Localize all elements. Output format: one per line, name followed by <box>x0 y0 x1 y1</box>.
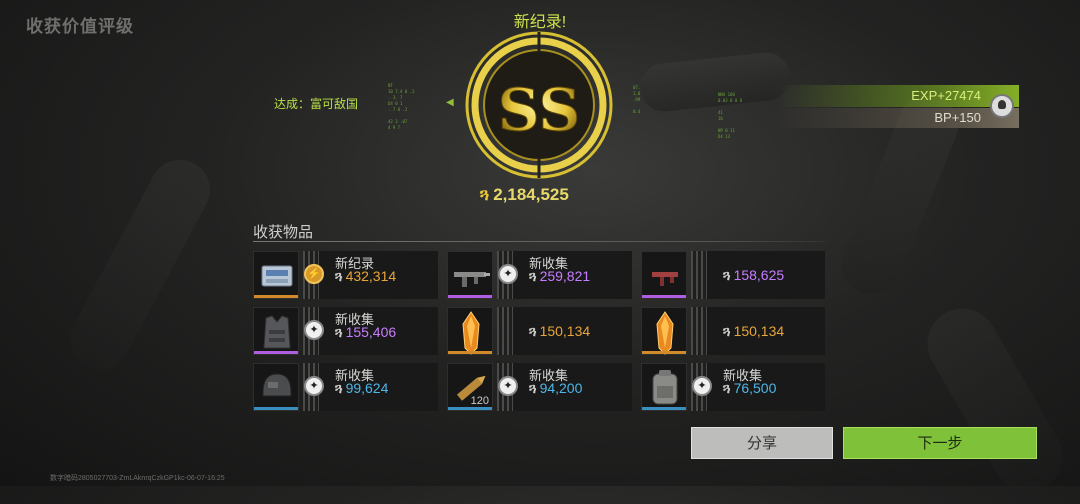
item-card[interactable]: 新收集 ጓ 76,500 <box>641 363 825 411</box>
item-info: 新纪录 ጓ 432,314 <box>319 251 438 299</box>
new-collection-icon <box>692 376 712 396</box>
background-bullet-shape <box>637 50 793 114</box>
item-value: ጓ 99,624 <box>335 380 389 396</box>
item-info: ጓ 158,625 <box>707 251 825 299</box>
items-section-title: 收获物品 <box>253 224 314 241</box>
grade-badge: SS <box>464 30 614 180</box>
exp-reward: EXP+27474 <box>775 85 1019 107</box>
item-value: ጓ 432,314 <box>335 268 397 284</box>
hud-decoration-left: NT 10 7.4 0 .2. 3. 7 D4 0 1. 7 8 .2 42 3 .0… <box>388 83 415 130</box>
rarity-bar <box>642 295 686 298</box>
bp-reward-text: BP+150 <box>934 110 981 125</box>
new-collection-icon <box>498 376 518 396</box>
rarity-bar <box>448 295 492 298</box>
new-collection-icon <box>304 376 324 396</box>
rarity-bar <box>254 295 298 298</box>
item-info: ጓ 150,134 <box>707 307 825 355</box>
haafor-coin-icon: ጓ <box>335 380 343 396</box>
item-card[interactable]: 新纪录 ጓ 432,314 <box>253 251 438 299</box>
background-bullet-shape <box>59 149 221 381</box>
item-quantity: 120 <box>470 395 489 407</box>
divider-strip <box>691 307 707 355</box>
new-record-icon <box>304 264 324 284</box>
new-collection-icon <box>304 320 324 340</box>
item-value: ጓ 158,625 <box>723 267 785 283</box>
total-value: ጓ 2,184,525 <box>480 185 610 205</box>
item-card[interactable]: 新收集 ጓ 259,821 <box>447 251 632 299</box>
haafor-coin-icon: ጓ <box>723 380 731 396</box>
armor-vest-icon <box>253 307 299 355</box>
item-card[interactable]: 新收集 ጓ 99,624 <box>253 363 438 411</box>
item-info: 新收集 ጓ 99,624 <box>319 363 438 411</box>
item-card[interactable]: 120 新收集 ጓ 94,200 <box>447 363 632 411</box>
background-bullet-shape <box>914 295 1076 504</box>
haafor-coin-icon: ጓ <box>529 268 537 284</box>
item-info: 新收集 ጓ 155,406 <box>319 307 438 355</box>
rarity-bar <box>254 407 298 410</box>
haafor-coin-icon: ጓ <box>723 267 731 283</box>
crystal-icon <box>641 307 687 355</box>
item-card[interactable]: ጓ 158,625 <box>641 251 825 299</box>
divider-strip <box>691 251 707 299</box>
backpack-icon <box>641 363 687 411</box>
operator-avatar-icon[interactable] <box>990 94 1014 118</box>
item-value: ጓ 259,821 <box>529 268 591 284</box>
total-value-text: 2,184,525 <box>493 185 569 204</box>
bp-reward: BP+150 <box>775 108 1019 128</box>
item-value: ጓ 150,134 <box>529 323 591 339</box>
rarity-bar <box>642 351 686 354</box>
rarity-bar <box>642 407 686 410</box>
item-info: 新收集 ጓ 259,821 <box>513 251 632 299</box>
haafor-coin-icon: ጓ <box>529 323 537 339</box>
share-button[interactable]: 分享 <box>691 427 833 459</box>
haafor-coin-icon: ጓ <box>480 185 490 204</box>
divider-strip <box>497 307 513 355</box>
cash-box-icon <box>253 251 299 299</box>
next-step-button[interactable]: 下一步 <box>843 427 1037 459</box>
haafor-coin-icon: ጓ <box>529 380 537 396</box>
crystal-icon <box>447 307 493 355</box>
haafor-coin-icon: ጓ <box>723 323 731 339</box>
haafor-coin-icon: ጓ <box>335 268 343 284</box>
smg-icon <box>641 251 687 299</box>
chevron-left-icon: ◀ <box>446 97 454 108</box>
hud-decoration-right-2: NNA 100 0.03 0 0 8 41 16 NP 0 11 D4 13 <box>718 92 743 139</box>
grade-text: SS <box>498 76 581 144</box>
item-value: ጓ 150,134 <box>723 323 785 339</box>
item-value: ጓ 76,500 <box>723 380 777 396</box>
exp-reward-text: EXP+27474 <box>911 88 981 103</box>
rarity-bar <box>448 407 492 410</box>
items-grid[interactable]: 新纪录ጓ432,314 新收集ጓ259,821 ጓ158,625 新收集ጓ155,40… <box>253 251 825 425</box>
new-record-label: 新纪录! <box>513 14 567 31</box>
item-info: ጓ 150,134 <box>513 307 632 355</box>
item-info: 新收集 ጓ 76,500 <box>707 363 825 411</box>
item-card[interactable]: ጓ 150,134 <box>447 307 632 355</box>
hud-decoration-right: 07. 1.8.99 0.4 <box>633 85 641 114</box>
item-card[interactable]: ጓ 150,134 <box>641 307 825 355</box>
achievement-label: 达成：富可敌国 <box>274 97 359 111</box>
rifle-icon <box>447 251 493 299</box>
new-collection-icon <box>498 264 518 284</box>
item-info: 新收集 ጓ 94,200 <box>513 363 632 411</box>
haafor-coin-icon: ጓ <box>335 324 343 340</box>
watermark-code: 数字暗码2805027703-ZmLAknrqCzkGP1kc-06-07-16… <box>50 475 225 482</box>
helmet-icon <box>253 363 299 411</box>
section-divider <box>253 241 825 242</box>
rarity-bar <box>254 351 298 354</box>
rarity-bar <box>448 351 492 354</box>
item-value: ጓ 155,406 <box>335 324 397 340</box>
item-card[interactable]: 新收集 ጓ 155,406 <box>253 307 438 355</box>
item-value: ጓ 94,200 <box>529 380 583 396</box>
ammo-icon: 120 <box>447 363 493 411</box>
